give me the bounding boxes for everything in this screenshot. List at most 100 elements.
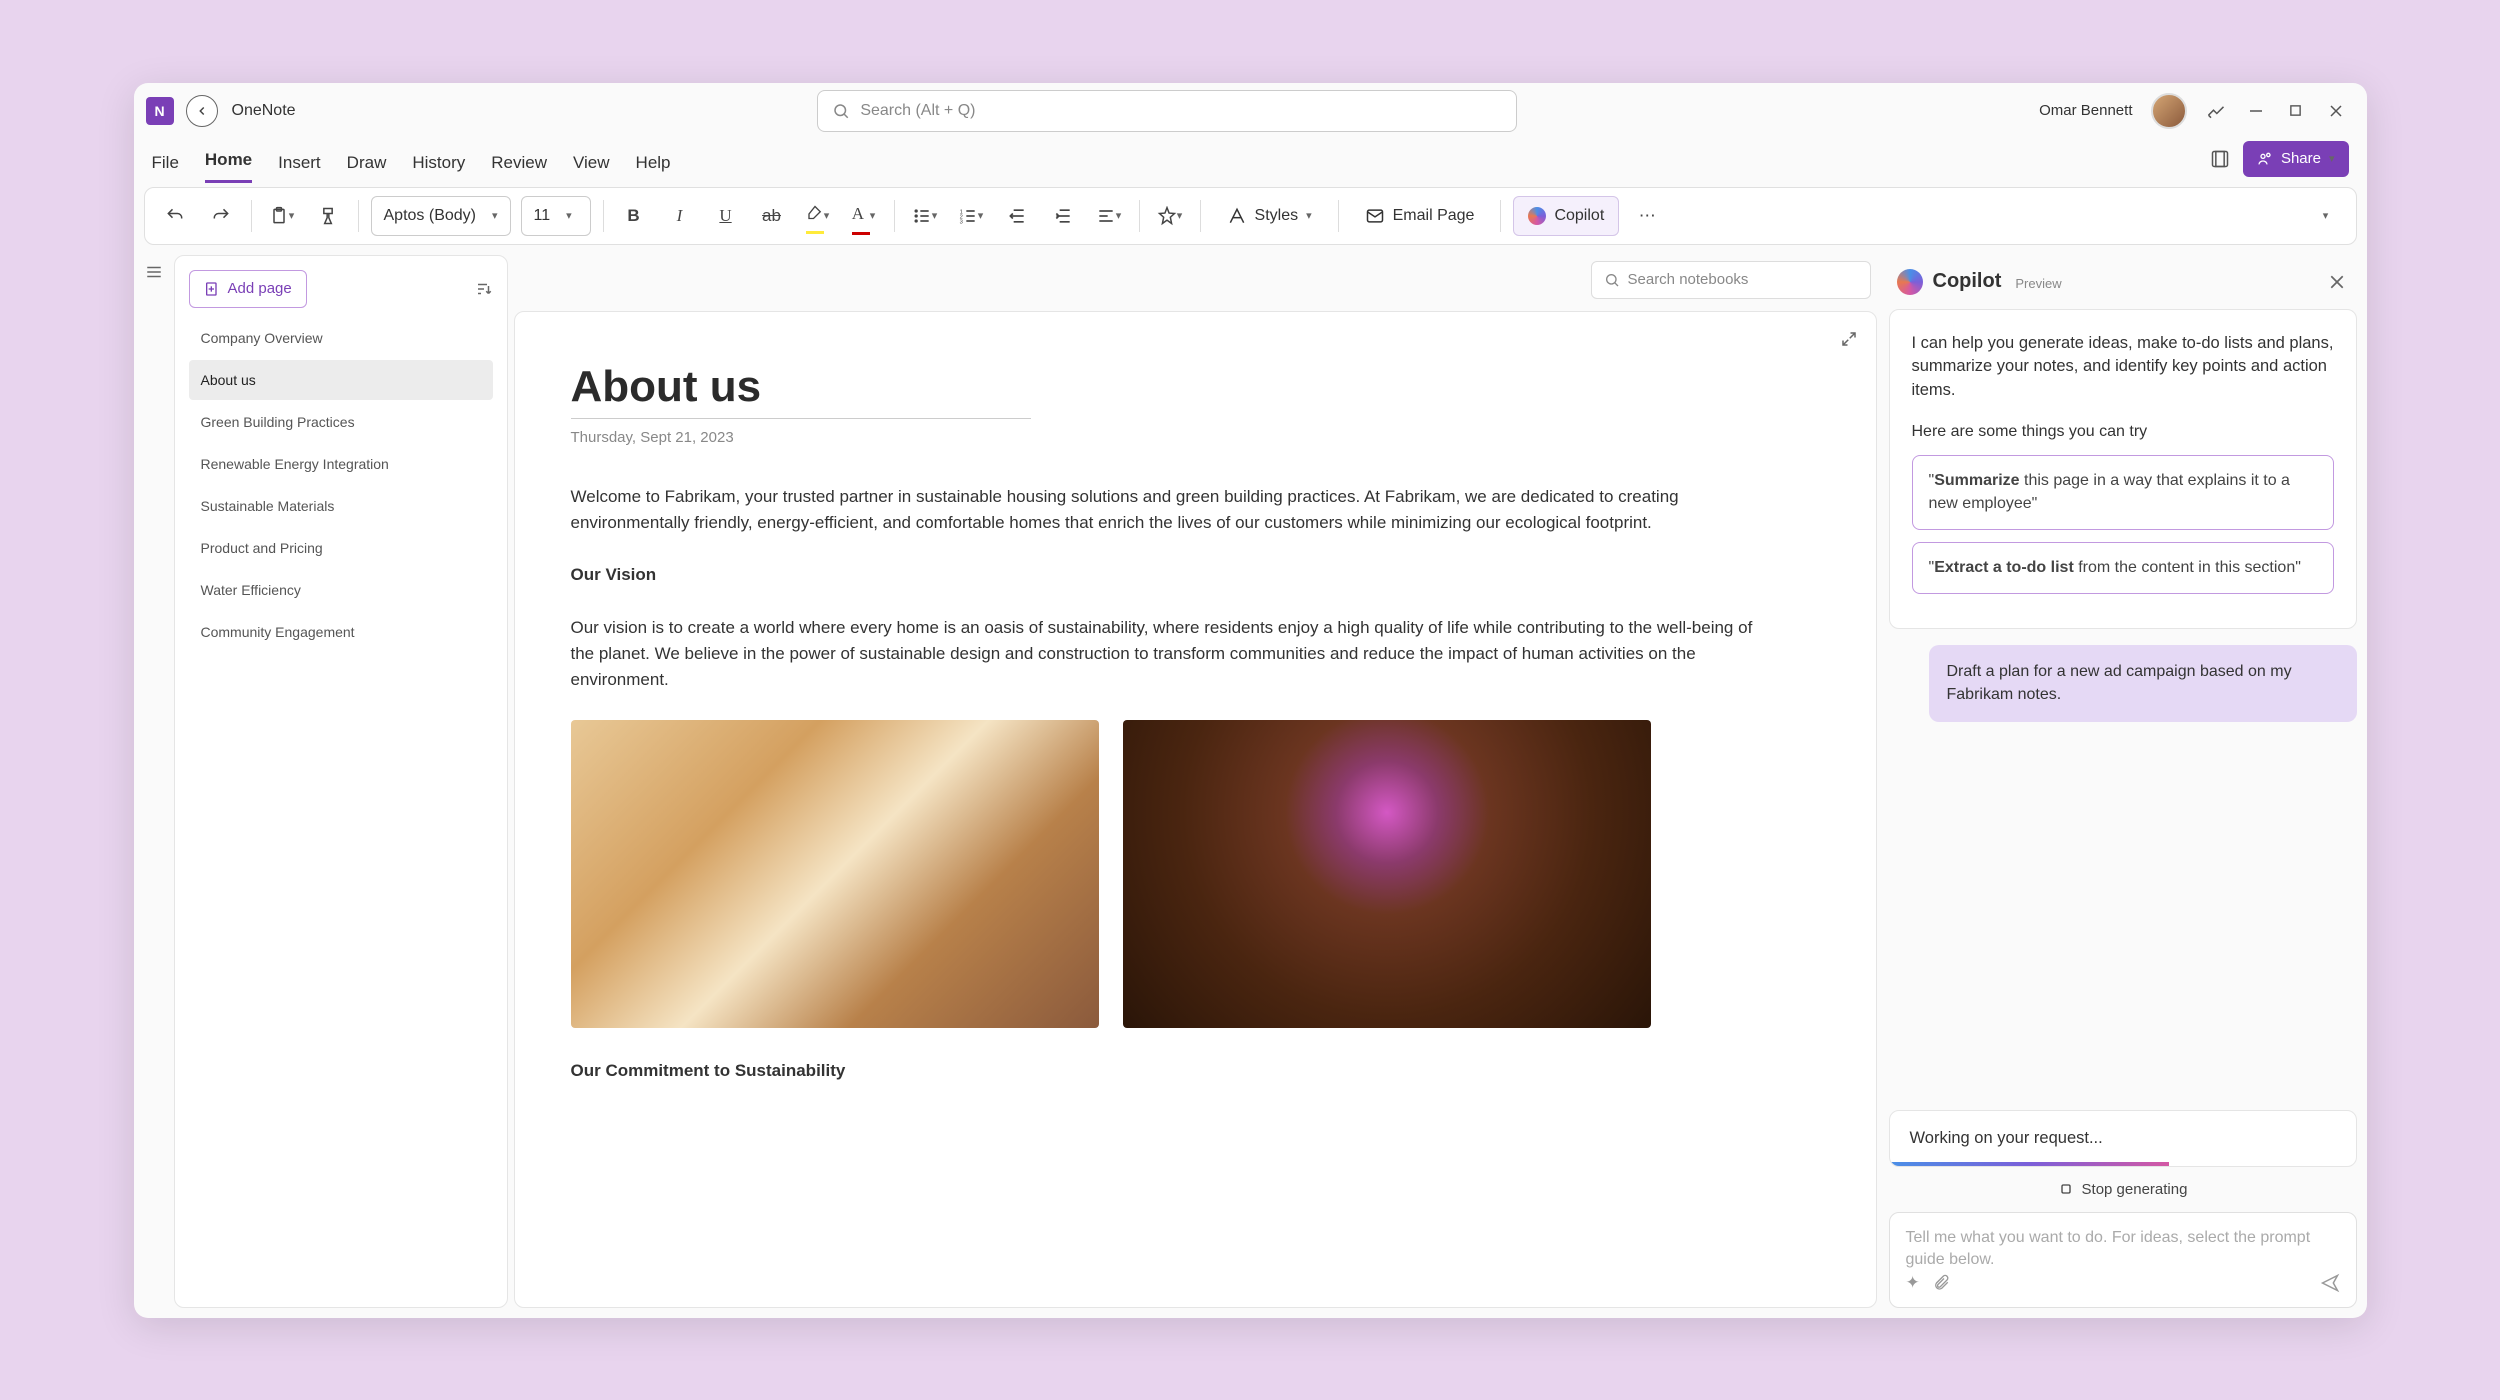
app-icon: N [146, 97, 174, 125]
app-name: OneNote [232, 102, 296, 120]
note-canvas[interactable]: About us Thursday, Sept 21, 2023 Welcome… [514, 311, 1877, 1308]
copilot-working-status: Working on your request... [1889, 1110, 2357, 1167]
search-input[interactable]: Search (Alt + Q) [817, 90, 1517, 132]
note-paragraph[interactable]: Our vision is to create a world where ev… [571, 615, 1761, 694]
add-page-button[interactable]: Add page [189, 270, 307, 308]
reading-view-icon[interactable] [2209, 148, 2231, 170]
copilot-suggestion-2[interactable]: "Extract a to-do list from the content i… [1912, 542, 2334, 594]
page-list-panel: Add page Company Overview About us Green… [174, 255, 508, 1308]
tag-button[interactable]: ▾ [1152, 198, 1188, 234]
menu-help[interactable]: Help [636, 153, 671, 183]
progress-bar [1890, 1162, 2170, 1166]
font-size-select[interactable]: 11▾ [521, 196, 591, 236]
menu-tabs: File Home Insert Draw History Review Vie… [134, 139, 2367, 183]
styles-button[interactable]: Styles▾ [1213, 196, 1326, 236]
copilot-logo-icon [1897, 269, 1923, 295]
page-item[interactable]: Sustainable Materials [189, 486, 493, 526]
bullet-list-button[interactable]: ▾ [907, 198, 943, 234]
copilot-title: Copilot [1933, 270, 2002, 293]
note-body[interactable]: Welcome to Fabrikam, your trusted partne… [571, 484, 1761, 1084]
number-list-button[interactable]: 123▾ [953, 198, 989, 234]
page-item[interactable]: Company Overview [189, 318, 493, 358]
page-title[interactable]: About us [571, 362, 1820, 412]
back-button[interactable] [186, 95, 218, 127]
avatar[interactable] [2151, 93, 2187, 129]
share-button[interactable]: Share ▾ [2243, 141, 2349, 177]
font-color-button[interactable]: A▾ [846, 198, 882, 234]
highlight-button[interactable]: ▾ [800, 198, 836, 234]
font-size-value: 11 [534, 207, 551, 225]
menu-home[interactable]: Home [205, 150, 252, 183]
email-page-button[interactable]: Email Page [1351, 196, 1489, 236]
close-button[interactable] [2325, 100, 2347, 122]
user-name: Omar Bennett [2039, 102, 2132, 119]
nav-toggle-button[interactable] [134, 249, 174, 1318]
note-image-1[interactable] [571, 720, 1099, 1028]
expand-icon[interactable] [1840, 330, 1858, 348]
font-family-value: Aptos (Body) [384, 207, 476, 225]
share-label: Share [2281, 150, 2321, 167]
page-item[interactable]: Community Engagement [189, 612, 493, 652]
copilot-close-button[interactable] [2325, 270, 2349, 294]
copilot-input[interactable]: Tell me what you want to do. For ideas, … [1889, 1212, 2357, 1308]
page-item[interactable]: Product and Pricing [189, 528, 493, 568]
menu-file[interactable]: File [152, 153, 179, 183]
sort-icon[interactable] [475, 280, 493, 298]
menu-review[interactable]: Review [491, 153, 547, 183]
redo-button[interactable] [203, 198, 239, 234]
menu-view[interactable]: View [573, 153, 610, 183]
title-bar-right: Omar Bennett [2039, 93, 2354, 129]
menu-history[interactable]: History [412, 153, 465, 183]
note-heading[interactable]: Our Vision [571, 562, 1761, 588]
send-icon[interactable] [2320, 1273, 2340, 1293]
font-family-select[interactable]: Aptos (Body)▾ [371, 196, 511, 236]
minimize-button[interactable] [2245, 100, 2267, 122]
underline-button[interactable]: U [708, 198, 744, 234]
copilot-panel: Copilot Preview I can help you generate … [1889, 255, 2357, 1308]
sparkle-icon[interactable]: ✦ [1906, 1273, 1920, 1293]
maximize-button[interactable] [2285, 100, 2307, 122]
more-button[interactable]: ⋯ [1629, 198, 1665, 234]
ribbon-collapse-button[interactable]: ▾ [2308, 198, 2344, 234]
search-notebooks-placeholder: Search notebooks [1628, 271, 1749, 288]
page-item[interactable]: Renewable Energy Integration [189, 444, 493, 484]
chevron-down-icon: ▾ [2329, 152, 2335, 165]
attach-icon[interactable] [1932, 1274, 1950, 1292]
italic-button[interactable]: I [662, 198, 698, 234]
search-placeholder: Search (Alt + Q) [860, 102, 975, 120]
main-area: Add page Company Overview About us Green… [134, 249, 2367, 1318]
paste-button[interactable]: ▾ [264, 198, 300, 234]
format-painter-button[interactable] [310, 198, 346, 234]
copilot-subhead: Here are some things you can try [1912, 423, 2334, 441]
copilot-suggestion-1[interactable]: "Summarize this page in a way that expla… [1912, 455, 2334, 530]
page-item[interactable]: Green Building Practices [189, 402, 493, 442]
copilot-stop-label: Stop generating [2082, 1181, 2188, 1198]
strikethrough-button[interactable]: ab [754, 198, 790, 234]
copilot-stop-button[interactable]: Stop generating [1889, 1181, 2357, 1198]
page-date: Thursday, Sept 21, 2023 [571, 429, 1820, 446]
center-column: Search notebooks About us Thursday, Sept… [514, 249, 1883, 1318]
copilot-button[interactable]: Copilot [1513, 196, 1619, 236]
menu-draw[interactable]: Draw [347, 153, 387, 183]
copilot-label: Copilot [1554, 207, 1604, 225]
copilot-working-text: Working on your request... [1910, 1129, 2103, 1147]
note-image-2[interactable] [1123, 720, 1651, 1028]
page-item[interactable]: Water Efficiency [189, 570, 493, 610]
indent-button[interactable] [1045, 198, 1081, 234]
note-heading[interactable]: Our Commitment to Sustainability [571, 1058, 1761, 1084]
bold-button[interactable]: B [616, 198, 652, 234]
menu-insert[interactable]: Insert [278, 153, 321, 183]
search-notebooks-input[interactable]: Search notebooks [1591, 261, 1871, 299]
settings-icon[interactable] [2205, 100, 2227, 122]
align-button[interactable]: ▾ [1091, 198, 1127, 234]
copilot-icon [1528, 207, 1546, 225]
outdent-button[interactable] [999, 198, 1035, 234]
page-item[interactable]: About us [189, 360, 493, 400]
add-page-label: Add page [228, 280, 292, 297]
title-bar: N OneNote Search (Alt + Q) Omar Bennett [134, 83, 2367, 139]
image-row [571, 720, 1761, 1028]
app-window: N OneNote Search (Alt + Q) Omar Bennett [134, 83, 2367, 1318]
ribbon-toolbar: ▾ Aptos (Body)▾ 11▾ B I U ab ▾ A▾ ▾ 123▾… [144, 187, 2357, 245]
note-paragraph[interactable]: Welcome to Fabrikam, your trusted partne… [571, 484, 1761, 537]
undo-button[interactable] [157, 198, 193, 234]
